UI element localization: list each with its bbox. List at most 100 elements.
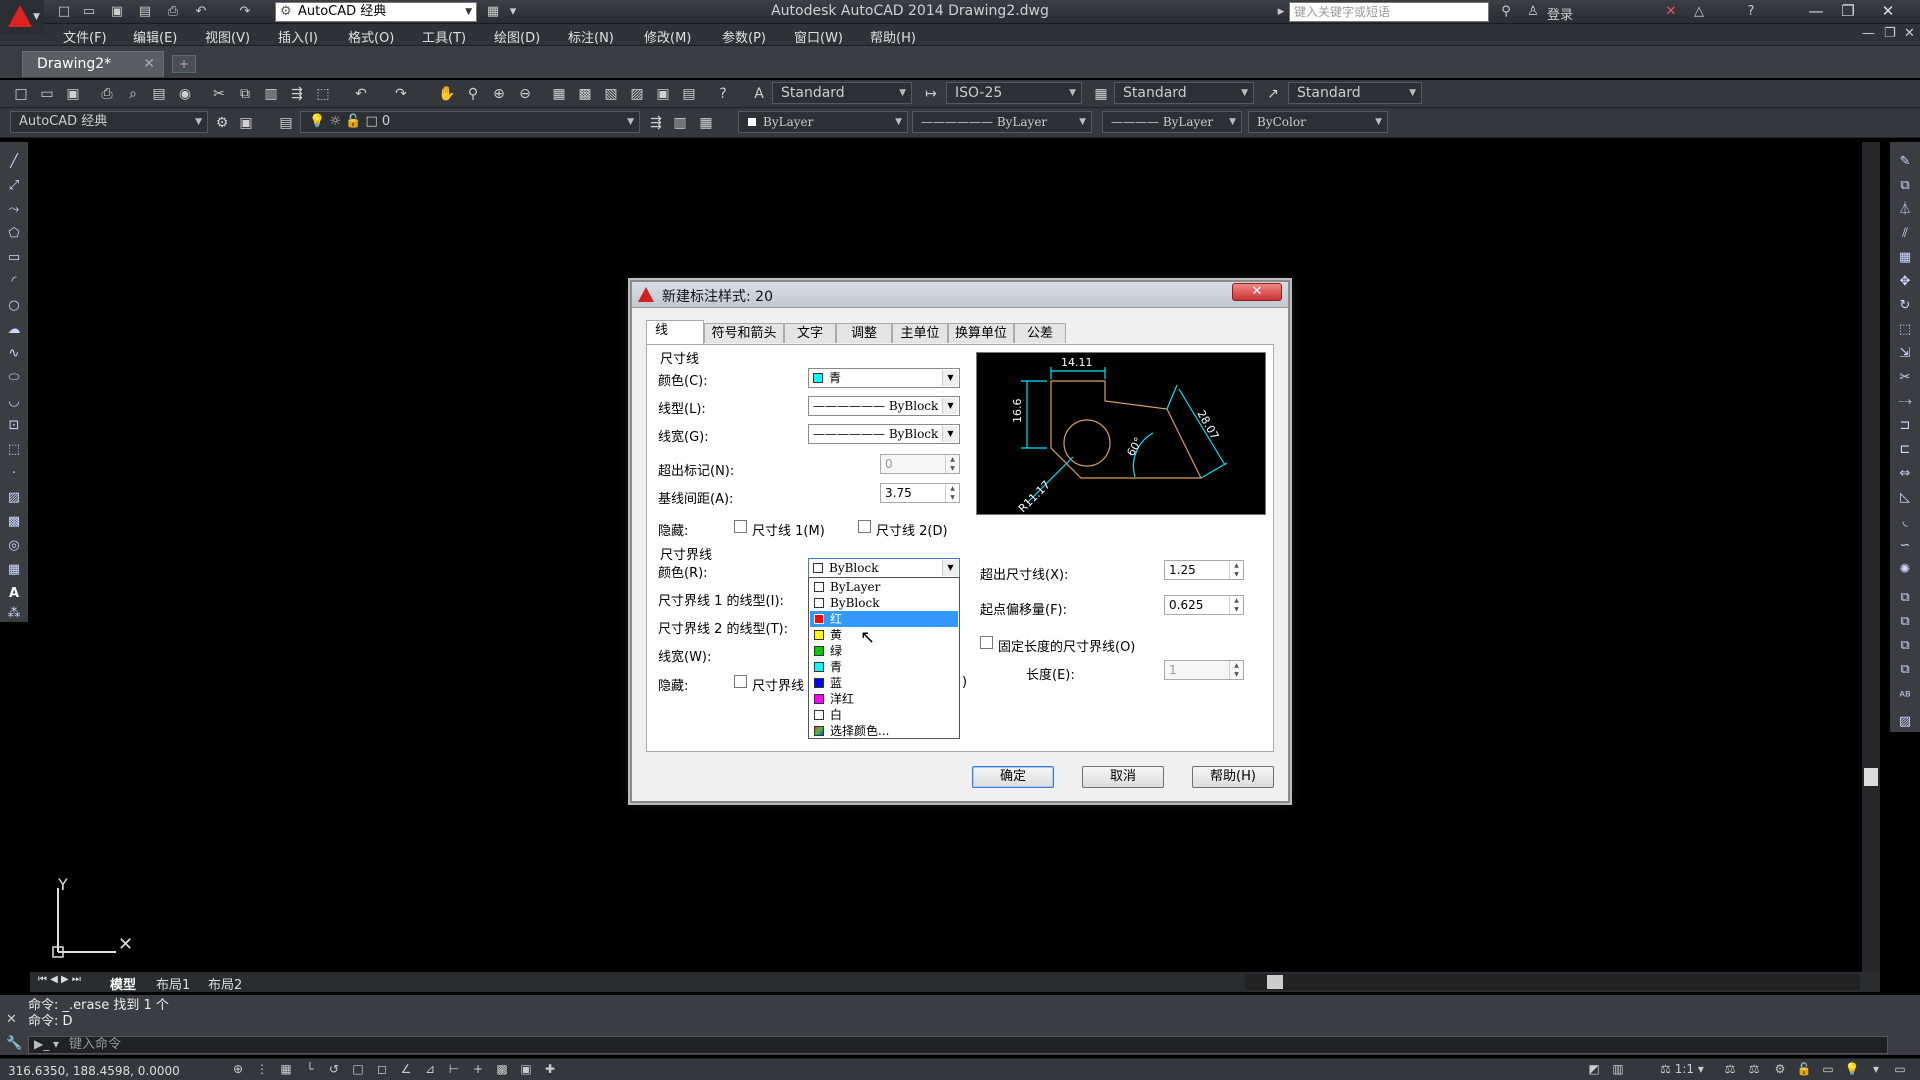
rectangle-icon[interactable]: ▭ <box>3 248 25 268</box>
cut-icon[interactable]: ✂ <box>208 83 230 105</box>
region-icon[interactable]: ◎ <box>3 536 25 556</box>
isolate-objects-icon[interactable]: 💡 <box>1842 1060 1862 1078</box>
publish-icon[interactable]: ▤ <box>148 83 170 105</box>
color-option-cyan[interactable]: 青 <box>810 659 958 675</box>
zoom-window-icon[interactable]: ⊕ <box>488 83 510 105</box>
tab-text[interactable]: 文字 <box>784 323 836 343</box>
help-button[interactable]: 帮助(H) <box>1192 766 1274 788</box>
hatch-icon[interactable]: ▨ <box>3 488 25 508</box>
login-link[interactable]: 登录 <box>1547 4 1573 23</box>
polyline-icon[interactable]: ⤳ <box>3 200 25 220</box>
dimline-color-combo[interactable]: 青 ▼ <box>808 368 960 388</box>
menu-draw[interactable]: 绘图(D) <box>494 27 540 46</box>
offset-origin-input[interactable]: 0.625 ▲ ▼ <box>1164 595 1244 615</box>
plotstyle-combo[interactable]: ByColor ▼ <box>1248 111 1388 133</box>
text-style-combo[interactable]: Standard ▼ <box>772 82 912 104</box>
minimize-button[interactable]: — <box>1800 0 1832 22</box>
menu-view[interactable]: 视图(V) <box>205 27 250 46</box>
doc-close-button[interactable]: ✕ <box>1904 26 1915 41</box>
fillet-icon[interactable]: ◟ <box>1894 512 1916 532</box>
table-style-icon[interactable]: ▦ <box>1090 83 1112 105</box>
draworder-above-icon[interactable]: ⧉ <box>1894 636 1916 656</box>
properties-icon[interactable]: ▦ <box>548 83 570 105</box>
color-option-green[interactable]: 绿 <box>810 643 958 659</box>
scrollbar-thumb[interactable] <box>1267 975 1283 989</box>
offset-icon[interactable]: ⫽ <box>1894 224 1916 244</box>
make-current-layer-icon[interactable]: ⇶ <box>646 112 666 134</box>
text-style-icon[interactable]: A <box>748 83 770 105</box>
suppress-dimline1-checkbox[interactable] <box>734 520 747 533</box>
dimline-linetype-combo[interactable]: —————— ByBlock ▼ <box>808 396 960 416</box>
copy-object-icon[interactable]: ⧉ <box>1894 176 1916 196</box>
dialog-title-bar[interactable]: 新建标注样式: 20 <box>632 282 1288 308</box>
color-combo[interactable]: ByLayer ▼ <box>738 111 908 133</box>
color-option-bylayer[interactable]: ByLayer <box>810 579 958 595</box>
new-file-icon[interactable]: □ <box>10 83 32 105</box>
ortho-mode-icon[interactable]: └ <box>300 1060 320 1078</box>
tab-primary-units[interactable]: 主单位 <box>892 323 948 343</box>
hatch-back-icon[interactable]: ▨ <box>1894 712 1916 732</box>
quick-properties-icon[interactable]: ▣ <box>516 1060 536 1078</box>
make-block-icon[interactable]: ⬚ <box>3 440 25 460</box>
search-input[interactable]: 键入关键字或短语 <box>1289 2 1489 22</box>
help-icon[interactable]: ? <box>1742 3 1760 21</box>
extend-ticks-input[interactable]: 0 ▲ ▼ <box>880 454 960 474</box>
menu-format[interactable]: 格式(O) <box>348 27 394 46</box>
color-option-magenta[interactable]: 洋红 <box>810 691 958 707</box>
model-space-icon[interactable]: ◩ <box>1584 1060 1604 1078</box>
multiline-text-icon[interactable]: A <box>3 584 25 604</box>
lineweight-combo[interactable]: ———— ByLayer ▼ <box>1102 111 1242 133</box>
selection-cycling-icon[interactable]: ✚ <box>540 1060 560 1078</box>
rotate-icon[interactable]: ↻ <box>1894 296 1916 316</box>
horizontal-scrollbar[interactable] <box>1245 974 1860 990</box>
doc-restore-button[interactable]: ❐ <box>1884 26 1896 41</box>
infer-constraints-icon[interactable]: ⊕ <box>228 1060 248 1078</box>
ok-button[interactable]: 确定 <box>972 766 1054 788</box>
user-icon[interactable]: ♙ <box>1524 3 1542 21</box>
close-icon[interactable]: ✕ <box>6 1012 17 1027</box>
document-tab[interactable]: Drawing2* ✕ <box>22 51 164 77</box>
insert-block-icon[interactable]: ⊡ <box>3 416 25 436</box>
workspace-combo[interactable]: AutoCAD 经典 ▼ <box>10 111 208 133</box>
sheet-set-icon[interactable]: ▨ <box>626 83 648 105</box>
color-option-yellow[interactable]: 黄 <box>810 627 958 643</box>
ellipse-arc-icon[interactable]: ◡ <box>3 392 25 412</box>
menu-tools[interactable]: 工具(T) <box>422 27 466 46</box>
3d-object-snap-icon[interactable]: ◻ <box>372 1060 392 1078</box>
menu-parametric[interactable]: 参数(P) <box>722 27 766 46</box>
break-at-point-icon[interactable]: ⊐ <box>1894 416 1916 436</box>
menu-help[interactable]: 帮助(H) <box>870 27 916 46</box>
menu-edit[interactable]: 编辑(E) <box>133 27 177 46</box>
wrench-icon[interactable]: 🔧 <box>6 1036 22 1051</box>
tab-symbols-arrows[interactable]: 符号和箭头 <box>704 323 784 343</box>
length-input[interactable]: 1 ▲ ▼ <box>1164 660 1244 680</box>
design-center-icon[interactable]: ▩ <box>574 83 596 105</box>
open-folder-icon[interactable]: ▭ <box>36 83 58 105</box>
first-layout-icon[interactable]: ⏮ ◀ ▶ ⏭ <box>38 974 81 985</box>
color-option-blue[interactable]: 蓝 <box>810 675 958 691</box>
binoculars-icon[interactable]: ⚲ <box>1497 3 1515 21</box>
draworder-front-icon[interactable]: ⧉ <box>1894 588 1916 608</box>
menu-modify[interactable]: 修改(M) <box>644 27 691 46</box>
auto-scale-icon[interactable]: ⚖ <box>1744 1060 1764 1078</box>
explode-icon[interactable]: ✺ <box>1894 560 1916 580</box>
menu-file[interactable]: 文件(F) <box>63 27 107 46</box>
suppress-dimline2-checkbox[interactable] <box>858 520 871 533</box>
layer-properties-icon[interactable]: ▤ <box>276 112 296 134</box>
linetype-combo[interactable]: —————— ByLayer ▼ <box>912 111 1092 133</box>
join-icon[interactable]: ⇔ <box>1894 464 1916 484</box>
redo-icon[interactable]: ↷ <box>236 3 254 20</box>
ellipse-icon[interactable]: ⬭ <box>3 368 25 388</box>
lock-icon[interactable]: 🔓 <box>1794 1060 1814 1078</box>
tab-lines[interactable]: 线 <box>646 320 704 344</box>
restore-button[interactable]: ❐ <box>1832 0 1864 22</box>
break-icon[interactable]: ⊏ <box>1894 440 1916 460</box>
extend-icon[interactable]: ⤍ <box>1894 392 1916 412</box>
menu-dimension[interactable]: 标注(N) <box>568 27 614 46</box>
vertical-scrollbar[interactable] <box>1862 142 1880 972</box>
point-icon[interactable]: · <box>3 464 25 484</box>
dim-style-combo[interactable]: ISO-25 ▼ <box>946 82 1082 104</box>
add-selected-icon[interactable]: ⁂ <box>3 604 25 624</box>
autodesk-360-icon[interactable]: △ <box>1690 3 1708 21</box>
coordinate-readout[interactable]: 316.6350, 188.4598, 0.0000 <box>8 1064 180 1078</box>
